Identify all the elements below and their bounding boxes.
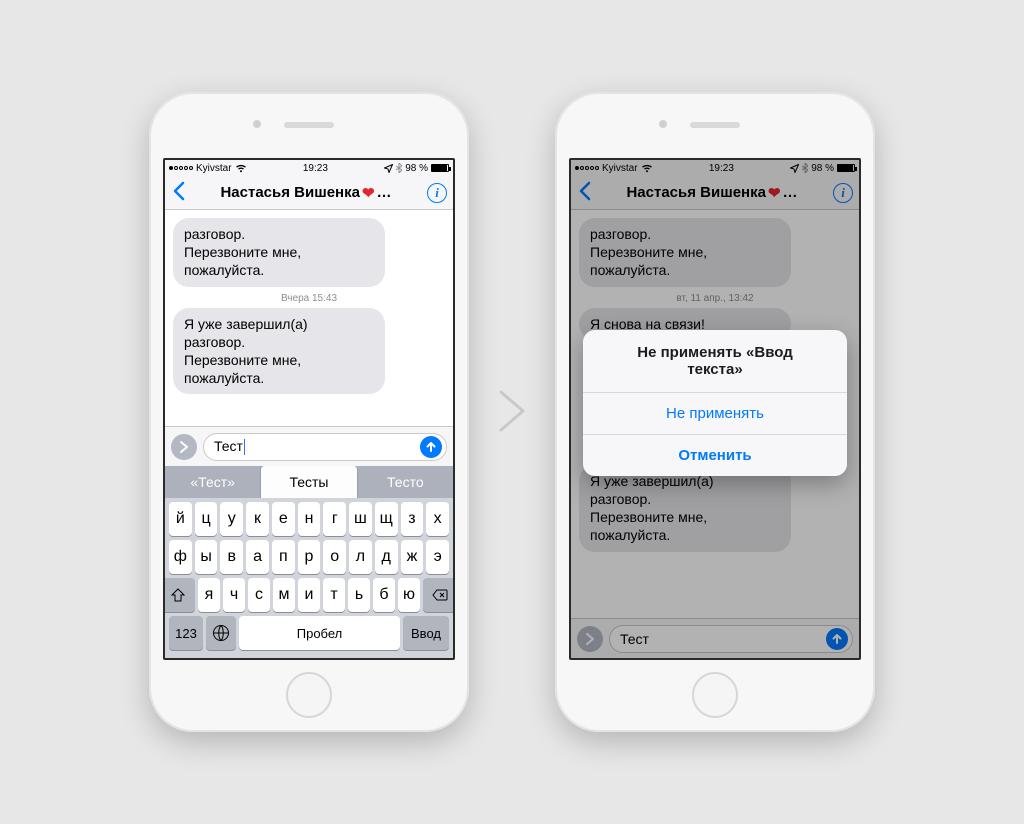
backspace-key[interactable] (423, 578, 455, 612)
letter-key[interactable]: с (248, 578, 270, 612)
letter-key[interactable]: т (323, 578, 345, 612)
letter-key[interactable]: ы (195, 540, 218, 574)
letter-key[interactable]: щ (375, 502, 398, 536)
contact-name: Настасья Вишенка (220, 184, 360, 201)
letter-key[interactable]: ш (349, 502, 372, 536)
letter-key[interactable]: ф (169, 540, 192, 574)
message-input[interactable]: Тест (203, 433, 447, 461)
bluetooth-icon (396, 163, 402, 173)
text-caret (244, 439, 245, 455)
letter-key[interactable]: ю (398, 578, 420, 612)
letter-key[interactable]: ц (195, 502, 218, 536)
apps-button[interactable] (171, 434, 197, 460)
undo-sheet: Не применять «Ввод текста» Не применять … (583, 330, 847, 476)
camera-dot (659, 120, 667, 128)
letter-key[interactable]: и (298, 578, 320, 612)
sheet-title: Не применять «Ввод текста» (583, 330, 847, 393)
letter-key[interactable]: б (373, 578, 395, 612)
arrow-icon (497, 388, 527, 437)
heart-icon: ❤ (362, 184, 375, 202)
message-bubble[interactable]: Я уже завершил(а) разговор. Перезвоните … (173, 308, 385, 395)
timestamp: Вчера 15:43 (173, 293, 445, 304)
letter-key[interactable]: а (246, 540, 269, 574)
letter-key[interactable]: в (220, 540, 243, 574)
numbers-key[interactable]: 123 (169, 616, 203, 650)
signal-icon (169, 166, 193, 170)
letter-key[interactable]: з (401, 502, 424, 536)
send-button[interactable] (420, 436, 442, 458)
screen-left: Kyivstar 19:23 98 % Настасья Вишенка ❤ … (163, 158, 455, 660)
speaker-slot (284, 122, 334, 128)
carrier-label: Kyivstar (196, 163, 232, 174)
camera-dot (253, 120, 261, 128)
keyboard: йцукенгшщзх фывапролджэ ячсмитьбю 123 Пр… (165, 498, 453, 658)
letter-key[interactable]: е (272, 502, 295, 536)
letter-key[interactable]: у (220, 502, 243, 536)
letter-key[interactable]: й (169, 502, 192, 536)
letter-key[interactable]: д (375, 540, 398, 574)
letter-key[interactable]: э (426, 540, 449, 574)
home-button[interactable] (692, 672, 738, 718)
letter-key[interactable]: ь (348, 578, 370, 612)
letter-key[interactable]: м (273, 578, 295, 612)
wifi-icon (235, 164, 247, 173)
letter-key[interactable]: ж (401, 540, 424, 574)
sheet-undo-button[interactable]: Не применять (583, 393, 847, 435)
battery-pct: 98 % (405, 163, 428, 174)
shift-key[interactable] (163, 578, 195, 612)
prediction-option[interactable]: «Тест» (165, 466, 261, 498)
space-key[interactable]: Пробел (239, 616, 400, 650)
letter-key[interactable]: х (426, 502, 449, 536)
letter-key[interactable]: к (246, 502, 269, 536)
globe-key[interactable] (206, 616, 236, 650)
letter-key[interactable]: н (298, 502, 321, 536)
screen-right: Kyivstar 19:23 98 % Настасья Вишенка ❤ … (569, 158, 861, 660)
speaker-slot (690, 122, 740, 128)
contact-title[interactable]: Настасья Вишенка ❤ … (189, 184, 423, 202)
info-button[interactable]: i (427, 183, 447, 203)
sheet-cancel-button[interactable]: Отменить (583, 435, 847, 476)
letter-key[interactable]: г (323, 502, 346, 536)
clock-label: 19:23 (303, 163, 328, 174)
letter-key[interactable]: я (198, 578, 220, 612)
back-button[interactable] (171, 181, 185, 204)
letter-key[interactable]: ч (223, 578, 245, 612)
message-bubble[interactable]: разговор. Перезвоните мне, пожалуйста. (173, 218, 385, 287)
nav-header: Настасья Вишенка ❤ … i (165, 176, 453, 210)
battery-icon (431, 164, 449, 172)
enter-key[interactable]: Ввод (403, 616, 449, 650)
letter-key[interactable]: о (323, 540, 346, 574)
title-ellipsis: … (377, 184, 392, 201)
letter-key[interactable]: р (298, 540, 321, 574)
phone-right: Kyivstar 19:23 98 % Настасья Вишенка ❤ … (555, 92, 875, 732)
message-input-text: Тест (214, 438, 243, 454)
phone-left: Kyivstar 19:23 98 % Настасья Вишенка ❤ … (149, 92, 469, 732)
status-bar: Kyivstar 19:23 98 % (165, 160, 453, 176)
prediction-option[interactable]: Тесты (261, 466, 357, 498)
conversation-left[interactable]: разговор. Перезвоните мне, пожалуйста. В… (165, 210, 453, 426)
letter-key[interactable]: п (272, 540, 295, 574)
predictive-bar: «Тест» Тесты Тесто (165, 466, 453, 498)
letter-key[interactable]: л (349, 540, 372, 574)
location-icon (384, 164, 393, 173)
home-button[interactable] (286, 672, 332, 718)
input-row: Тест (165, 426, 453, 466)
prediction-option[interactable]: Тесто (358, 466, 453, 498)
